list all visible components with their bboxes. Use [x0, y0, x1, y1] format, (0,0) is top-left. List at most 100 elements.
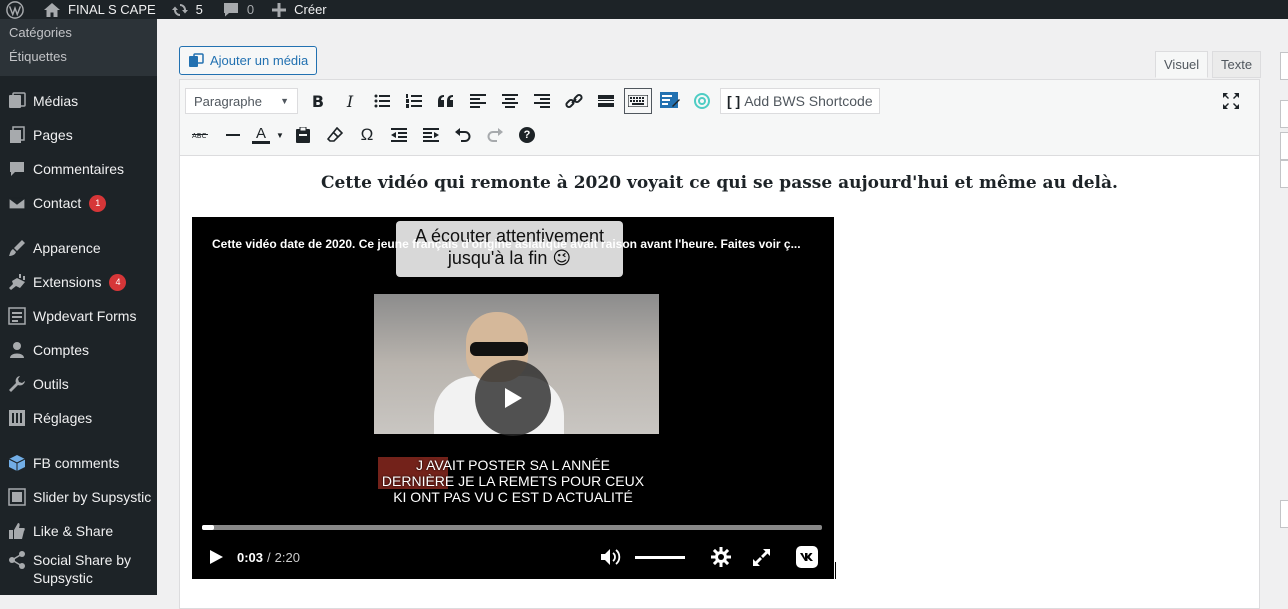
align-right-button[interactable] [526, 86, 558, 116]
sidebar-item-label: Like & Share [33, 523, 114, 539]
sidebar-item-label: Pages [33, 127, 73, 143]
special-character-button[interactable]: Ω [351, 120, 383, 150]
updates-link[interactable]: 5 [162, 0, 209, 19]
sidebar-item-slider-supsystic[interactable]: Slider by Supsystic [0, 480, 157, 514]
sidebar-item-tools[interactable]: Outils [0, 367, 157, 401]
undo-button[interactable] [447, 120, 479, 150]
bws-shortcode-button[interactable]: [ ] Add BWS Shortcode [720, 88, 880, 114]
text-color-button[interactable]: A ▼ [249, 120, 287, 150]
ai-assistant-button[interactable] [686, 86, 718, 116]
sidebar-item-plugins[interactable]: Extensions 4 [0, 265, 157, 299]
tab-visual[interactable]: Visuel [1155, 51, 1209, 78]
editor-content[interactable]: Cette vidéo qui remonte à 2020 voyait ce… [180, 157, 1259, 608]
format-select[interactable]: Paragraphe ▼ [185, 88, 298, 114]
sidebar-item-media[interactable]: Médias [0, 84, 157, 118]
form-shortcode-button[interactable] [654, 86, 686, 116]
italic-button[interactable]: I [334, 86, 366, 116]
fullscreen-button[interactable] [1215, 86, 1247, 116]
sidebar-item-comments[interactable]: Commentaires [0, 152, 157, 186]
play-icon [505, 388, 522, 408]
clear-formatting-button[interactable] [319, 120, 351, 150]
wordpress-logo[interactable] [0, 0, 30, 19]
read-more-icon [598, 95, 614, 107]
comment-bubble-icon [223, 3, 238, 17]
link-icon [565, 93, 583, 109]
caption-bottom-text: J AVAIT POSTER SA L ANNÉE DERNIÈRE JE LA… [381, 457, 645, 505]
bullet-list-button[interactable] [366, 86, 398, 116]
sidebar-item-pages[interactable]: Pages [0, 118, 157, 152]
eraser-icon [327, 127, 343, 142]
sidebar-item-appearance[interactable]: Apparence [0, 231, 157, 265]
sidebar-item-wpdevart-forms[interactable]: Wpdevart Forms [0, 299, 157, 333]
metabox-edge [1280, 132, 1288, 160]
sidebar-item-users[interactable]: Comptes [0, 333, 157, 367]
outdent-button[interactable] [383, 120, 415, 150]
users-icon [0, 341, 33, 359]
sidebar-item-settings[interactable]: Réglages [0, 401, 157, 435]
play-button[interactable] [210, 550, 223, 564]
strikethrough-button[interactable]: ABC [185, 120, 217, 150]
numbered-list-icon [406, 94, 422, 108]
tab-text[interactable]: Texte [1212, 51, 1262, 78]
submenu-item-tags[interactable]: Étiquettes [0, 43, 157, 70]
bold-button[interactable]: B [302, 86, 334, 116]
blockquote-button[interactable] [430, 86, 462, 116]
vk-icon [796, 546, 818, 568]
shortcode-bracket-icon: [ ] [727, 93, 741, 109]
read-more-button[interactable] [590, 86, 622, 116]
sidebar-item-fb-comments[interactable]: FB comments [0, 446, 157, 480]
big-play-button[interactable] [475, 360, 551, 436]
sidebar-item-label: Commentaires [33, 161, 125, 177]
paste-as-text-button[interactable] [287, 120, 319, 150]
numbered-list-button[interactable] [398, 86, 430, 116]
toolbar-row-2: ABC A ▼ Ω ? [185, 120, 543, 150]
align-left-button[interactable] [462, 86, 494, 116]
sidebar-item-social-share-supsystic[interactable]: Social Share by Supsystic [0, 548, 157, 588]
updates-count: 5 [195, 2, 203, 17]
align-center-button[interactable] [494, 86, 526, 116]
mail-icon [0, 194, 33, 212]
align-left-icon [470, 94, 486, 108]
settings-icon [0, 409, 33, 427]
mute-button[interactable] [601, 549, 623, 565]
add-media-label: Ajouter un média [210, 53, 309, 68]
posts-submenu: Catégories Étiquettes [0, 19, 157, 76]
clipboard-icon [296, 127, 310, 143]
openai-icon [694, 93, 710, 109]
strikethrough-icon: ABC [192, 132, 208, 140]
sidebar-item-like-share[interactable]: Like & Share [0, 514, 157, 548]
right-metabox-edge [1280, 0, 1288, 595]
site-name-link[interactable]: FINAL S CAPE [30, 0, 162, 19]
gear-icon [711, 547, 731, 567]
volume-slider[interactable] [635, 555, 685, 559]
comments-link[interactable]: 0 [209, 0, 260, 19]
sidebar-item-contact[interactable]: Contact 1 [0, 186, 157, 220]
help-button[interactable]: ? [511, 120, 543, 150]
indent-button[interactable] [415, 120, 447, 150]
redo-button[interactable] [479, 120, 511, 150]
quote-icon [438, 95, 453, 107]
settings-button[interactable] [711, 547, 731, 567]
submenu-item-categories[interactable]: Catégories [0, 23, 157, 43]
video-title[interactable]: Cette vidéo date de 2020. Ce jeune franç… [212, 237, 812, 251]
redo-icon [487, 128, 503, 142]
toolbar-toggle-button[interactable] [624, 88, 652, 114]
fullscreen-video-button[interactable] [753, 548, 770, 566]
insert-link-button[interactable] [558, 86, 590, 116]
video-progress-fill [202, 525, 215, 530]
new-content-link[interactable]: Créer [260, 0, 333, 19]
align-center-icon [502, 94, 518, 108]
thumbs-up-icon [0, 522, 33, 540]
svg-text:ABC: ABC [192, 132, 206, 140]
video-progress-bar[interactable] [202, 525, 822, 530]
horizontal-line-button[interactable] [217, 120, 249, 150]
sidebar-item-label: Médias [33, 93, 79, 109]
play-icon [210, 550, 223, 564]
horizontal-line-icon [226, 134, 240, 136]
main-content: Ajouter un média Visuel Texte Paragraphe… [157, 19, 1288, 609]
indent-icon [423, 128, 439, 142]
vk-logo-button[interactable] [796, 546, 818, 568]
video-player[interactable]: A écouter attentivement jusqu'à la fin 😉… [192, 217, 834, 579]
add-media-button[interactable]: Ajouter un média [179, 46, 318, 75]
video-controls: 0:03 / 2:20 [192, 537, 834, 577]
